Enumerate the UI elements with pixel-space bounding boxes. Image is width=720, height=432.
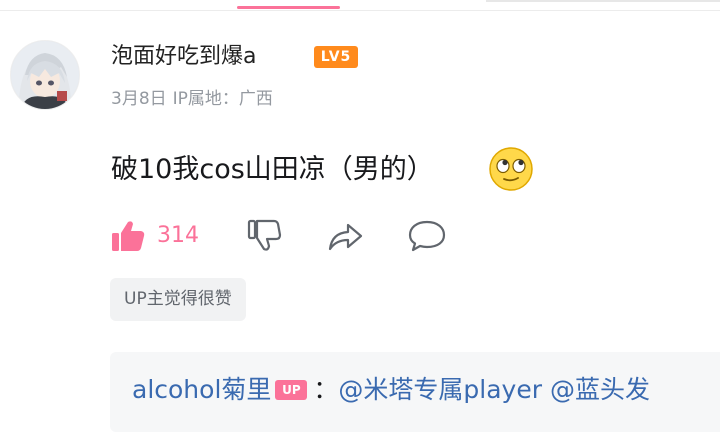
top-divider — [0, 10, 720, 11]
comment-bubble-icon[interactable] — [407, 218, 447, 254]
comment-username[interactable]: 泡面好吃到爆a — [111, 41, 256, 73]
like-count: 314 — [157, 223, 199, 248]
thumbs-down-icon[interactable] — [246, 218, 282, 254]
up-tag: UP — [275, 380, 308, 400]
active-tab-indicator — [237, 6, 340, 9]
reply-username[interactable]: alcohol菊里 — [132, 375, 271, 404]
mention-link[interactable]: @蓝头发 — [550, 375, 650, 404]
reply-preview[interactable]: alcohol菊里 UP ：@米塔专属player @蓝头发 — [132, 370, 650, 410]
level-badge: LV5 — [314, 46, 358, 68]
comment-meta: 3月8日 IP属地：广西 — [111, 86, 273, 112]
top-right-divider — [486, 0, 720, 2]
mention-link[interactable]: @米塔专属player — [338, 375, 542, 404]
thumbs-up-icon[interactable] — [110, 218, 146, 254]
rolling-eyes-emoji-icon — [488, 146, 534, 192]
share-icon[interactable] — [326, 218, 364, 254]
ip-location: IP属地：广西 — [172, 89, 273, 109]
avatar[interactable] — [10, 40, 80, 110]
comment-date: 3月8日 — [111, 89, 167, 109]
up-liked-badge: UP主觉得很赞 — [110, 278, 246, 321]
reply-colon: ： — [313, 375, 339, 404]
comment-text: 破10我cos山田凉（男的） — [111, 154, 434, 185]
